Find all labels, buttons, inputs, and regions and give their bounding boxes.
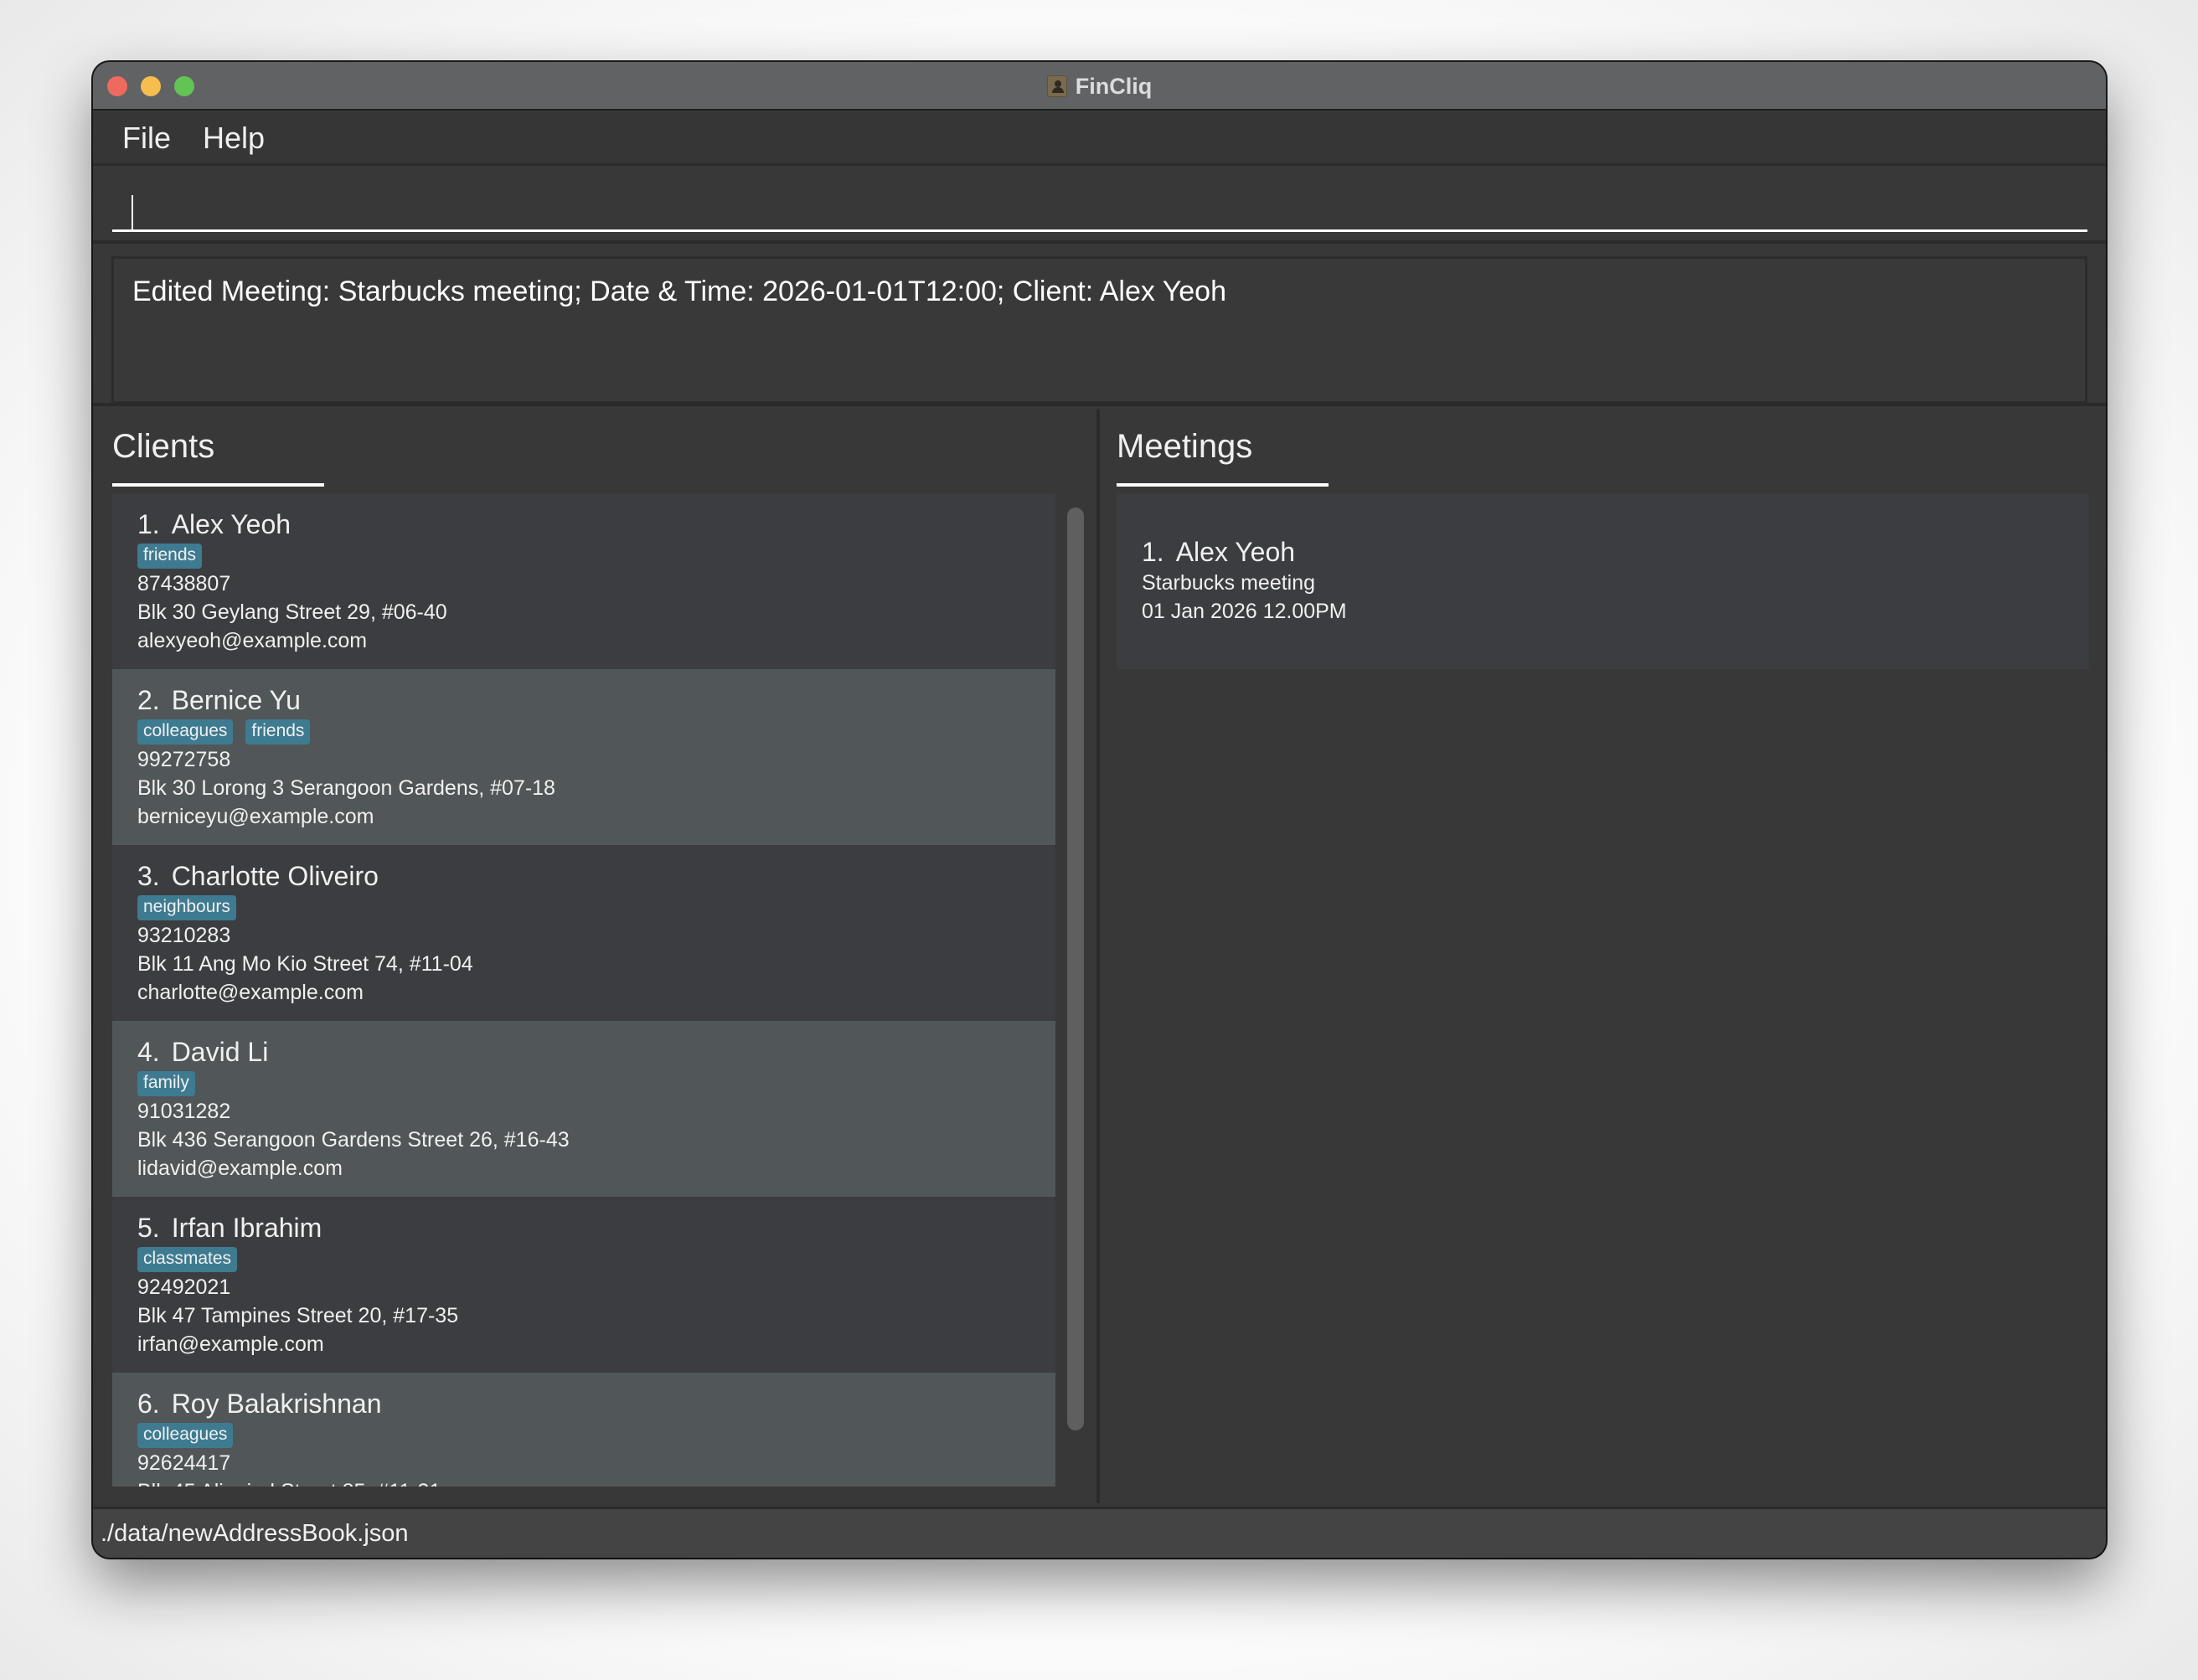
client-card[interactable]: 5. Irfan Ibrahim classmates 92492021 Blk 47 … [112,1197,1055,1373]
client-name: Roy Balakrishnan [171,1389,382,1419]
client-name-row: 1. Alex Yeoh [137,508,1055,541]
main-panes: Clients 1. Alex Yeoh friends 87438807 Blk 30… [93,410,2106,1503]
menu-bar: File Help [93,112,2106,166]
client-phone: 92624417 [137,1451,231,1475]
client-email: irfan@example.com [137,1332,324,1356]
client-index: 4. [137,1037,160,1067]
meeting-card[interactable]: 1. Alex Yeoh Starbucks meeting 01 Jan 2026 … [1117,493,2089,626]
client-name: Charlotte Oliveiro [171,861,379,891]
client-email: berniceyu@example.com [137,805,374,828]
clients-pane-title: Clients [112,428,215,465]
client-tag: neighbours [137,895,236,920]
client-card[interactable]: 3. Charlotte Oliveiro neighbours 93210283 Bl… [112,845,1055,1021]
client-name-row: 2. Bernice Yu [137,683,1055,717]
title-bar[interactable]: FinCliq [93,62,2106,111]
client-address: Blk 30 Geylang Street 29, #06-40 [137,600,447,624]
client-index: 5. [137,1213,160,1243]
client-name-row: 6. Roy Balakrishnan [137,1387,1055,1420]
client-email: charlotte@example.com [137,981,364,1004]
client-name: Alex Yeoh [171,509,292,539]
client-phone: 92492021 [137,1275,231,1299]
client-tag: family [137,1071,195,1096]
client-index: 1. [137,509,160,539]
client-address: Blk 45 Aljunied Street 85, #11-31 [137,1477,1055,1487]
meeting-description: Starbucks meeting [1142,571,1316,595]
menu-file[interactable]: File [122,121,171,156]
client-tag: friends [245,719,311,745]
client-name: Bernice Yu [171,685,301,715]
client-card[interactable]: 6. Roy Balakrishnan colleagues 92624417 Blk … [112,1373,1055,1487]
text-caret [132,195,133,232]
client-index: 2. [137,685,160,715]
client-email: lidavid@example.com [137,1157,343,1180]
client-phone: 87438807 [137,572,231,595]
meetings-pane: Meetings 1. Alex Yeoh Starbucks meeting 01 … [1100,410,2106,1503]
client-phone: 99272758 [137,748,231,771]
data-file-path: ./data/newAddressBook.json [101,1519,409,1547]
result-display[interactable]: Edited Meeting: Starbucks meeting; Date … [111,256,2087,404]
client-list[interactable]: 1. Alex Yeoh friends 87438807 Blk 30 Geylang… [112,493,1055,1487]
client-index: 6. [137,1389,160,1419]
client-address: Blk 47 Tampines Street 20, #17-35 [137,1304,459,1327]
client-tag: colleagues [137,1423,234,1448]
app-window: FinCliq File Help Edited Meeting: Starbu… [93,62,2106,1558]
client-address: Blk 30 Lorong 3 Serangoon Gardens, #07-1… [137,776,555,800]
client-tags: family [137,1070,1055,1097]
clients-pane: Clients 1. Alex Yeoh friends 87438807 Blk 30… [93,410,1096,1503]
meetings-pane-title: Meetings [1117,428,1253,465]
clients-title-underline [112,483,324,487]
client-name-row: 4. David Li [137,1035,1055,1069]
meeting-index: 1. [1142,537,1164,567]
status-bar: ./data/newAddressBook.json [93,1507,2106,1558]
client-tags: classmates [137,1246,1055,1273]
window-title: FinCliq [1075,73,1153,99]
client-card[interactable]: 1. Alex Yeoh friends 87438807 Blk 30 Geylang… [112,493,1055,669]
client-phone: 93210283 [137,924,231,947]
meeting-client-row: 1. Alex Yeoh [1142,535,2089,569]
meeting-datetime: 01 Jan 2026 12.00PM [1142,600,1347,623]
client-card[interactable]: 4. David Li family 91031282 Blk 436 Serangoo… [112,1021,1055,1197]
window-title-wrap: FinCliq [93,62,2106,111]
client-name-row: 3. Charlotte Oliveiro [137,859,1055,893]
client-phone: 91031282 [137,1100,231,1123]
command-box-area [93,168,2106,244]
client-name-row: 5. Irfan Ibrahim [137,1211,1055,1245]
contact-book-icon [1046,75,1067,97]
client-name: Irfan Ibrahim [171,1213,322,1243]
client-address: Blk 11 Ang Mo Kio Street 74, #11-04 [137,952,473,976]
client-name: David Li [171,1037,269,1067]
command-input[interactable] [112,178,2087,232]
client-index: 3. [137,861,160,891]
client-tag: colleagues [137,719,234,745]
client-tags: neighbours [137,894,1055,921]
client-list-scrollbar[interactable] [1060,493,1084,1487]
result-display-area: Edited Meeting: Starbucks meeting; Date … [93,247,2106,406]
scrollbar-thumb[interactable] [1067,508,1084,1430]
client-tags: colleagues friends [137,719,1055,745]
client-tags: colleagues [137,1422,1055,1449]
client-address: Blk 436 Serangoon Gardens Street 26, #16… [137,1128,570,1152]
client-tags: friends [137,543,1055,569]
client-email: alexyeoh@example.com [137,629,368,652]
meeting-list[interactable]: 1. Alex Yeoh Starbucks meeting 01 Jan 2026 … [1117,493,2089,669]
client-card[interactable]: 2. Bernice Yu colleagues friends 99272758 Blk… [112,669,1055,845]
meeting-client-name: Alex Yeoh [1175,537,1296,567]
client-tag: classmates [137,1247,238,1272]
meetings-title-underline [1117,483,1329,487]
result-message: Edited Meeting: Starbucks meeting; Date … [132,276,1226,307]
menu-help[interactable]: Help [203,121,265,156]
client-tag: friends [137,544,203,569]
